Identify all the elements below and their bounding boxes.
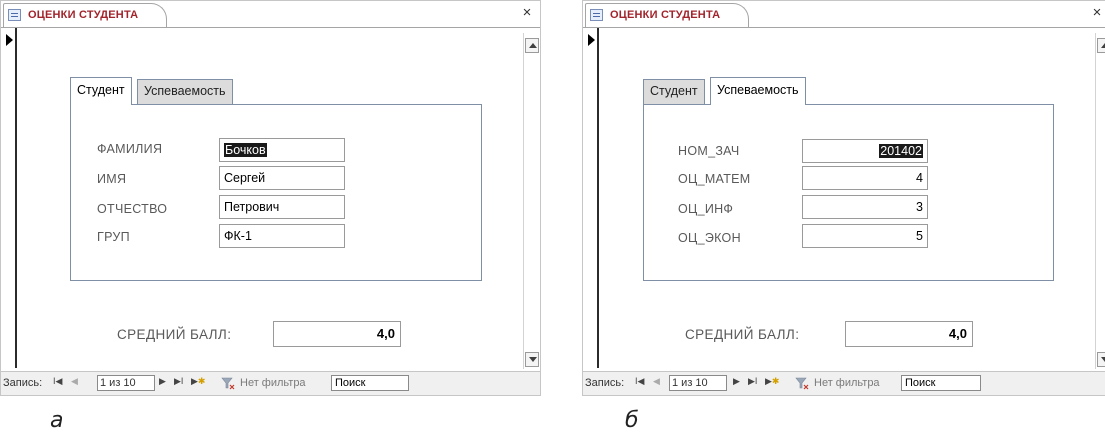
last-record-icon[interactable]: ▶I (174, 376, 183, 387)
filter-status[interactable]: Нет фильтра (240, 377, 306, 389)
field-label-patronymic: ОТЧЕСТВО (97, 202, 168, 216)
scroll-down-button[interactable] (1097, 352, 1105, 367)
document-tab[interactable]: ОЦЕНКИ СТУДЕНТА (3, 3, 167, 27)
field-label-econ-grade: ОЦ_ЭКОН (678, 231, 741, 245)
tab-performance[interactable]: Успеваемость (710, 77, 806, 105)
new-record-icon[interactable]: ▶✱ (191, 376, 205, 387)
record-counter[interactable]: 1 из 10 (669, 375, 727, 391)
last-record-icon[interactable]: ▶I (748, 376, 757, 387)
surname-value: Бочков (224, 143, 267, 157)
surname-field[interactable]: Бочков (219, 138, 345, 162)
filter-icon[interactable] (795, 376, 809, 390)
field-label-record-book: НОМ_ЗАЧ (678, 144, 740, 158)
search-input[interactable]: Поиск (901, 375, 981, 391)
record-selector-icon (6, 34, 13, 46)
field-label-name: ИМЯ (97, 172, 127, 186)
group-field[interactable]: ФК-1 (219, 224, 345, 248)
average-score-field[interactable]: 4,0 (273, 321, 401, 347)
next-record-icon[interactable]: ▶ (733, 376, 740, 387)
document-tab[interactable]: ОЦЕНКИ СТУДЕНТА (585, 3, 749, 27)
filter-status[interactable]: Нет фильтра (814, 377, 880, 389)
record-counter[interactable]: 1 из 10 (97, 375, 155, 391)
average-score-label: СРЕДНИЙ БАЛЛ: (685, 327, 800, 342)
nav-record-label: Запись: (3, 377, 43, 389)
scroll-up-button[interactable] (525, 38, 539, 53)
next-record-icon[interactable]: ▶ (159, 376, 166, 387)
record-selector[interactable] (585, 28, 599, 368)
caption-b: б (625, 408, 639, 433)
field-label-surname: ФАМИЛИЯ (97, 142, 163, 156)
patronymic-field[interactable]: Петрович (219, 195, 345, 219)
form-window-a: ОЦЕНКИ СТУДЕНТА × Студент Успеваемость Ф… (0, 0, 541, 396)
cs-grade-field[interactable]: 3 (802, 195, 928, 219)
tab-page-performance (643, 104, 1054, 281)
scroll-down-button[interactable] (525, 352, 539, 367)
title-bar: ОЦЕНКИ СТУДЕНТА × (583, 1, 1105, 28)
scroll-up-button[interactable] (1097, 38, 1105, 53)
record-navigation-bar: Запись: I◀ ◀ 1 из 10 ▶ ▶I ▶✱ Нет фильтра… (583, 371, 1105, 395)
tab-student[interactable]: Студент (643, 79, 705, 104)
title-bar: ОЦЕНКИ СТУДЕНТА × (1, 1, 540, 28)
document-title: ОЦЕНКИ СТУДЕНТА (28, 9, 139, 21)
record-navigation-bar: Запись: I◀ ◀ 1 из 10 ▶ ▶I ▶✱ Нет фильтра… (1, 371, 540, 395)
average-score-label: СРЕДНИЙ БАЛЛ: (117, 327, 232, 342)
prev-record-icon[interactable]: ◀ (71, 376, 78, 387)
first-record-icon[interactable]: I◀ (635, 376, 644, 387)
math-grade-field[interactable]: 4 (802, 166, 928, 190)
new-record-icon[interactable]: ▶✱ (765, 376, 779, 387)
search-input[interactable]: Поиск (331, 375, 409, 391)
close-icon[interactable]: × (1090, 5, 1104, 21)
caption-a: а (50, 408, 64, 433)
average-score-field[interactable]: 4,0 (845, 321, 973, 347)
record-book-value: 201402 (879, 144, 923, 158)
form-window-b: ОЦЕНКИ СТУДЕНТА × Студент Успеваемость Н… (582, 0, 1105, 396)
document-title: ОЦЕНКИ СТУДЕНТА (610, 9, 721, 21)
close-icon[interactable]: × (520, 5, 534, 21)
tab-performance[interactable]: Успеваемость (137, 79, 233, 104)
field-label-cs-grade: ОЦ_ИНФ (678, 202, 734, 216)
first-record-icon[interactable]: I◀ (53, 376, 62, 387)
record-selector-icon (588, 34, 595, 46)
form-icon (590, 9, 603, 21)
nav-record-label: Запись: (585, 377, 625, 389)
field-label-group: ГРУП (97, 230, 130, 244)
field-label-math-grade: ОЦ_МАТЕМ (678, 172, 751, 186)
tab-page-student (70, 104, 482, 281)
vertical-scrollbar[interactable] (523, 33, 540, 369)
vertical-scrollbar[interactable] (1095, 33, 1105, 369)
record-book-field[interactable]: 201402 (802, 139, 928, 163)
econ-grade-field[interactable]: 5 (802, 224, 928, 248)
record-selector[interactable] (3, 28, 17, 368)
tab-student[interactable]: Студент (70, 77, 132, 105)
prev-record-icon[interactable]: ◀ (653, 376, 660, 387)
form-icon (8, 9, 21, 21)
filter-icon[interactable] (221, 376, 235, 390)
name-field[interactable]: Сергей (219, 166, 345, 190)
